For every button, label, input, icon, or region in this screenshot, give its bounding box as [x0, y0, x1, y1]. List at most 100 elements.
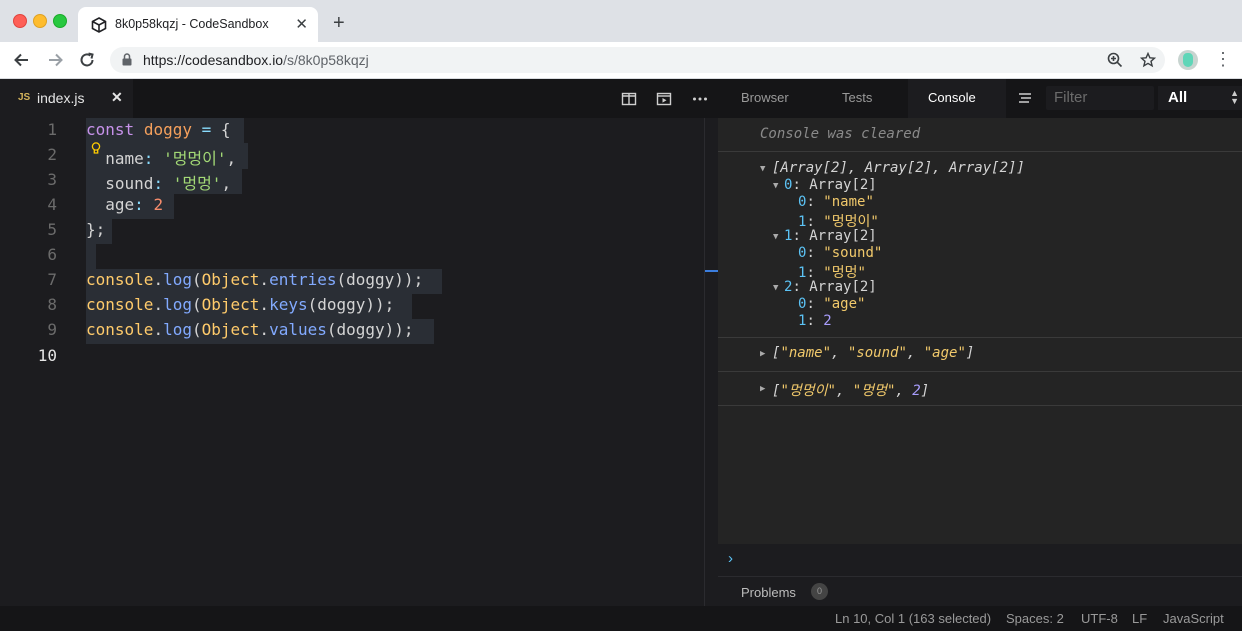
kebab-menu-icon[interactable]: ⋮ — [1214, 50, 1232, 68]
item-value: 2 — [823, 313, 832, 329]
code-editor[interactable]: 1 2 3 4 5 6 7 8 9 10 const doggy = { nam… — [0, 118, 705, 606]
colon-token: : — [143, 149, 154, 168]
window-minimize-button[interactable] — [33, 14, 47, 28]
eol-setting[interactable]: LF — [1132, 611, 1147, 626]
code-line-2: name: '멍멍이', — [86, 145, 236, 169]
string-token: '멍멍이' — [163, 149, 227, 168]
expand-triangle-icon[interactable]: ▼ — [773, 181, 778, 191]
object-token: console — [86, 270, 154, 289]
tab-tests[interactable]: Tests — [842, 90, 872, 105]
method-token: log — [163, 320, 192, 339]
address-bar[interactable]: https://codesandbox.io/s/8k0p58kqzj — [110, 47, 1165, 73]
encoding-setting[interactable]: UTF-8 — [1081, 611, 1118, 626]
line-number: 6 — [47, 245, 57, 264]
preview-icon[interactable] — [656, 91, 672, 107]
status-bar: Ln 10, Col 1 (163 selected) Spaces: 2 UT… — [0, 606, 1242, 631]
clear-console-icon[interactable] — [1018, 92, 1032, 104]
dot-token: . — [259, 270, 270, 289]
array-node[interactable]: 2: Array[2] — [784, 279, 877, 295]
line-number: 8 — [47, 295, 57, 314]
args-token: (doggy)); — [336, 270, 424, 289]
tab-browser[interactable]: Browser — [741, 90, 789, 105]
editor-scrollbar-track[interactable] — [704, 118, 705, 606]
line-number: 5 — [47, 220, 57, 239]
browser-toolbar: https://codesandbox.io/s/8k0p58kqzj ⋮ — [0, 42, 1242, 79]
expand-triangle-icon[interactable]: ▼ — [773, 232, 778, 242]
args-token: (doggy)); — [326, 320, 414, 339]
array-item: 0: "age" — [798, 296, 866, 312]
problems-label: Problems — [741, 585, 796, 600]
operator-token: = — [201, 120, 212, 139]
line-number: 7 — [47, 270, 57, 289]
new-tab-button[interactable]: + — [333, 13, 345, 33]
console-output: Console was cleared ▼ [Array[2], Array[2… — [718, 118, 1242, 544]
console-divider — [718, 371, 1242, 372]
separator: , — [906, 345, 924, 361]
line-number-current: 10 — [37, 346, 57, 365]
code-line-4: age: 2 — [86, 195, 163, 214]
tab-close-icon[interactable]: ✕ — [295, 15, 308, 33]
back-arrow-icon[interactable] — [13, 51, 31, 69]
item-value: "name" — [823, 194, 874, 210]
console-entry-header[interactable]: [Array[2], Array[2], Array[2]] — [772, 160, 1025, 176]
separator: , — [895, 383, 913, 399]
indentation-setting[interactable]: Spaces: 2 — [1006, 611, 1064, 626]
comma-token: , — [221, 174, 232, 193]
more-icon[interactable] — [692, 91, 708, 107]
split-view-icon[interactable] — [621, 91, 637, 107]
selection-highlight — [86, 244, 96, 269]
profile-icon[interactable] — [1178, 50, 1198, 70]
property-key-token: sound — [105, 174, 154, 193]
window-close-button[interactable] — [13, 14, 27, 28]
expand-triangle-icon[interactable]: ▼ — [760, 164, 765, 174]
browser-tab[interactable]: 8k0p58kqzj - CodeSandbox ✕ — [78, 7, 318, 42]
variable-token: doggy — [143, 120, 192, 139]
collapsed-triangle-icon[interactable]: ▶ — [760, 349, 765, 359]
dot-token: . — [153, 320, 164, 339]
separator: , — [835, 383, 853, 399]
cursor-position[interactable]: Ln 10, Col 1 (163 selected) — [835, 611, 991, 626]
code-line-7: console.log(Object.entries(doggy)); — [86, 270, 423, 289]
object-token: console — [86, 320, 154, 339]
log-level-select[interactable]: All ▲ ▼ — [1158, 86, 1242, 110]
property-key-token: name — [105, 149, 144, 168]
language-mode[interactable]: JavaScript — [1163, 611, 1224, 626]
codesandbox-app: JS index.js ✕ 1 2 3 4 5 6 7 8 9 10 const… — [0, 79, 1242, 631]
dot-token: . — [259, 295, 270, 314]
brace-token: }; — [86, 220, 106, 239]
array-type-label: Array[2] — [809, 279, 877, 295]
forward-arrow-icon[interactable] — [46, 51, 64, 69]
method-token: log — [163, 270, 192, 289]
window-maximize-button[interactable] — [53, 14, 67, 28]
line-number: 1 — [47, 120, 57, 139]
array-node[interactable]: 1: Array[2] — [784, 228, 877, 244]
reload-icon[interactable] — [78, 51, 96, 69]
array-node[interactable]: 0: Array[2] — [784, 177, 877, 193]
file-tab-index-js[interactable]: JS index.js ✕ — [0, 79, 133, 118]
console-input[interactable]: › — [718, 544, 1242, 576]
log-level-value: All — [1168, 89, 1188, 106]
entry-value: "멍멍이" — [780, 383, 836, 399]
code-line-9: console.log(Object.values(doggy)); — [86, 320, 414, 339]
collapsed-triangle-icon[interactable]: ▶ — [760, 384, 765, 394]
console-entry-values[interactable]: ["멍멍이", "멍멍", 2] — [772, 380, 929, 400]
problems-panel-header[interactable]: Problems 0 — [718, 576, 1242, 607]
args-token: (doggy)); — [307, 295, 395, 314]
bracket: ] — [920, 383, 930, 399]
expand-triangle-icon[interactable]: ▼ — [773, 283, 778, 293]
prompt-chevron-icon: › — [728, 550, 733, 567]
lock-icon — [122, 53, 132, 66]
zoom-icon[interactable] — [1107, 52, 1123, 68]
close-icon[interactable]: ✕ — [111, 89, 123, 106]
dot-token: . — [259, 320, 270, 339]
star-icon[interactable] — [1140, 52, 1156, 68]
codesandbox-favicon-icon — [91, 17, 107, 33]
item-value: "age" — [823, 296, 866, 312]
select-arrows-icon: ▲ ▼ — [1230, 88, 1239, 106]
colon-token: : — [153, 174, 164, 193]
console-entry-keys[interactable]: ["name", "sound", "age"] — [772, 345, 974, 361]
class-token: Object — [201, 320, 260, 339]
tab-console[interactable]: Console — [928, 90, 976, 105]
object-token: console — [86, 295, 154, 314]
console-filter-input[interactable]: Filter — [1046, 86, 1154, 110]
